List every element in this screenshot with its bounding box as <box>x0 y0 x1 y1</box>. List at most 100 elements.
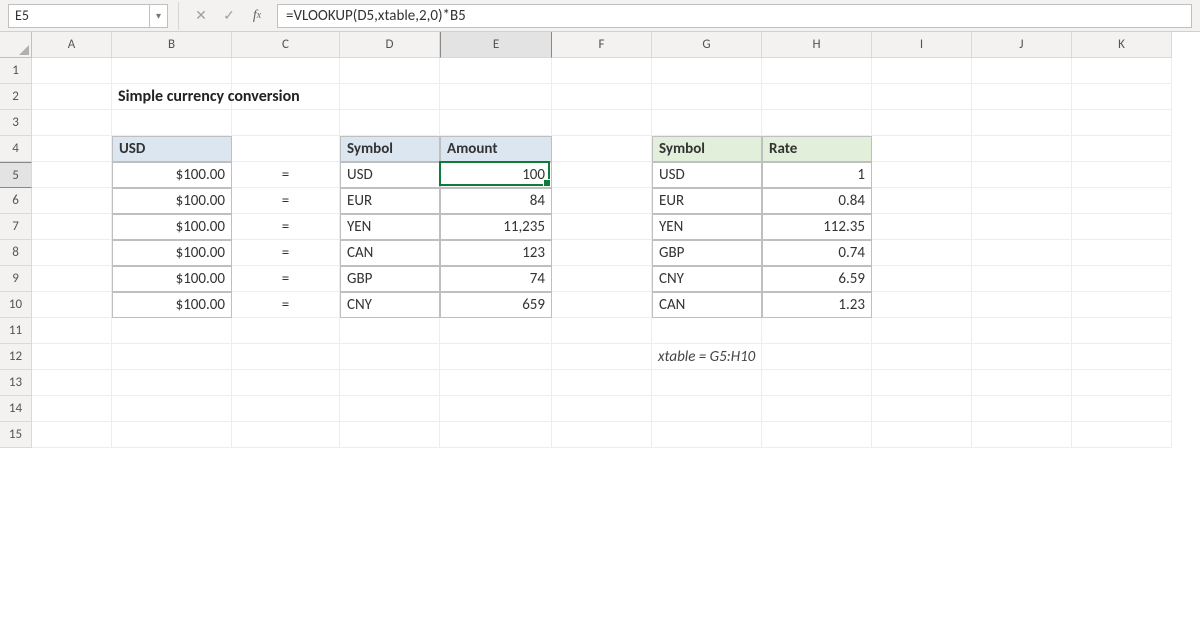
cell[interactable] <box>112 396 232 422</box>
cell[interactable] <box>32 136 112 162</box>
column-header[interactable]: D <box>340 32 440 58</box>
spreadsheet-grid[interactable]: ABCDEFGHIJK12Simple currency conversion3… <box>0 32 1200 448</box>
cell[interactable] <box>552 136 652 162</box>
cell[interactable] <box>872 136 972 162</box>
row-header[interactable]: 4 <box>0 136 32 162</box>
cell[interactable] <box>112 110 232 136</box>
cell[interactable] <box>340 344 440 370</box>
cell[interactable]: $100.00 <box>112 266 232 292</box>
cell[interactable] <box>112 370 232 396</box>
row-header[interactable]: 8 <box>0 240 32 266</box>
cell[interactable]: 1 <box>762 162 872 188</box>
column-header[interactable]: E <box>440 32 552 58</box>
cell[interactable] <box>652 370 762 396</box>
row-header[interactable]: 1 <box>0 58 32 84</box>
cell[interactable] <box>872 188 972 214</box>
cell[interactable] <box>552 370 652 396</box>
cell[interactable] <box>552 266 652 292</box>
cell[interactable] <box>232 84 340 110</box>
cell[interactable] <box>762 110 872 136</box>
cell[interactable] <box>32 318 112 344</box>
cell[interactable] <box>552 240 652 266</box>
cell[interactable] <box>340 396 440 422</box>
cell[interactable] <box>32 292 112 318</box>
cell[interactable] <box>232 318 340 344</box>
cell[interactable] <box>32 188 112 214</box>
column-header[interactable]: B <box>112 32 232 58</box>
cell[interactable]: 659 <box>440 292 552 318</box>
cell[interactable] <box>440 396 552 422</box>
cell[interactable] <box>1072 318 1172 344</box>
cell[interactable] <box>652 422 762 448</box>
name-box[interactable]: E5 <box>8 4 150 28</box>
cell[interactable] <box>872 292 972 318</box>
cell[interactable] <box>872 266 972 292</box>
cell[interactable] <box>872 162 972 188</box>
cell[interactable] <box>1072 214 1172 240</box>
formula-input[interactable]: =VLOOKUP(D5,xtable,2,0)*B5 <box>277 4 1192 28</box>
cell[interactable]: = <box>232 292 340 318</box>
cell[interactable] <box>1072 292 1172 318</box>
cell[interactable] <box>340 370 440 396</box>
cell[interactable]: $100.00 <box>112 162 232 188</box>
cell[interactable] <box>872 344 972 370</box>
cell[interactable] <box>872 422 972 448</box>
cell[interactable] <box>440 84 552 110</box>
cell[interactable]: CAN <box>652 292 762 318</box>
cell[interactable]: GBP <box>340 266 440 292</box>
cell[interactable]: CAN <box>340 240 440 266</box>
cell[interactable] <box>32 110 112 136</box>
cell[interactable] <box>552 422 652 448</box>
cell[interactable]: = <box>232 266 340 292</box>
cell[interactable] <box>552 110 652 136</box>
cell[interactable] <box>762 422 872 448</box>
cell[interactable] <box>872 84 972 110</box>
cell[interactable]: EUR <box>652 188 762 214</box>
accept-icon[interactable]: ✓ <box>217 4 241 28</box>
cell[interactable]: EUR <box>340 188 440 214</box>
cell[interactable]: = <box>232 162 340 188</box>
cell[interactable] <box>972 58 1072 84</box>
cell[interactable] <box>112 318 232 344</box>
cell[interactable] <box>232 136 340 162</box>
cell[interactable]: USD <box>652 162 762 188</box>
cell[interactable] <box>32 214 112 240</box>
column-header[interactable]: G <box>652 32 762 58</box>
cell[interactable]: 123 <box>440 240 552 266</box>
cell[interactable]: GBP <box>652 240 762 266</box>
row-header[interactable]: 6 <box>0 188 32 214</box>
cell[interactable] <box>652 110 762 136</box>
cell[interactable] <box>552 188 652 214</box>
cell[interactable] <box>972 110 1072 136</box>
cell[interactable] <box>1072 188 1172 214</box>
cell[interactable] <box>1072 240 1172 266</box>
cell[interactable] <box>652 84 762 110</box>
column-header[interactable]: F <box>552 32 652 58</box>
column-header[interactable]: A <box>32 32 112 58</box>
cell[interactable] <box>762 84 872 110</box>
row-header[interactable]: 11 <box>0 318 32 344</box>
cell[interactable]: YEN <box>652 214 762 240</box>
cell[interactable] <box>972 240 1072 266</box>
cell[interactable]: CNY <box>652 266 762 292</box>
cell[interactable]: Rate <box>762 136 872 162</box>
fx-icon[interactable]: fx <box>245 4 269 28</box>
cell[interactable]: Amount <box>440 136 552 162</box>
cell[interactable] <box>440 344 552 370</box>
row-header[interactable]: 15 <box>0 422 32 448</box>
cell[interactable] <box>232 396 340 422</box>
cell[interactable] <box>972 422 1072 448</box>
cell[interactable] <box>440 422 552 448</box>
cell[interactable] <box>972 162 1072 188</box>
cell[interactable] <box>440 110 552 136</box>
cell[interactable] <box>872 58 972 84</box>
cell[interactable] <box>1072 136 1172 162</box>
cell[interactable] <box>112 58 232 84</box>
cell[interactable] <box>1072 370 1172 396</box>
cell[interactable] <box>552 318 652 344</box>
cell[interactable] <box>32 266 112 292</box>
cell[interactable] <box>32 344 112 370</box>
cell[interactable] <box>1072 396 1172 422</box>
cell[interactable] <box>762 396 872 422</box>
cell[interactable] <box>112 344 232 370</box>
